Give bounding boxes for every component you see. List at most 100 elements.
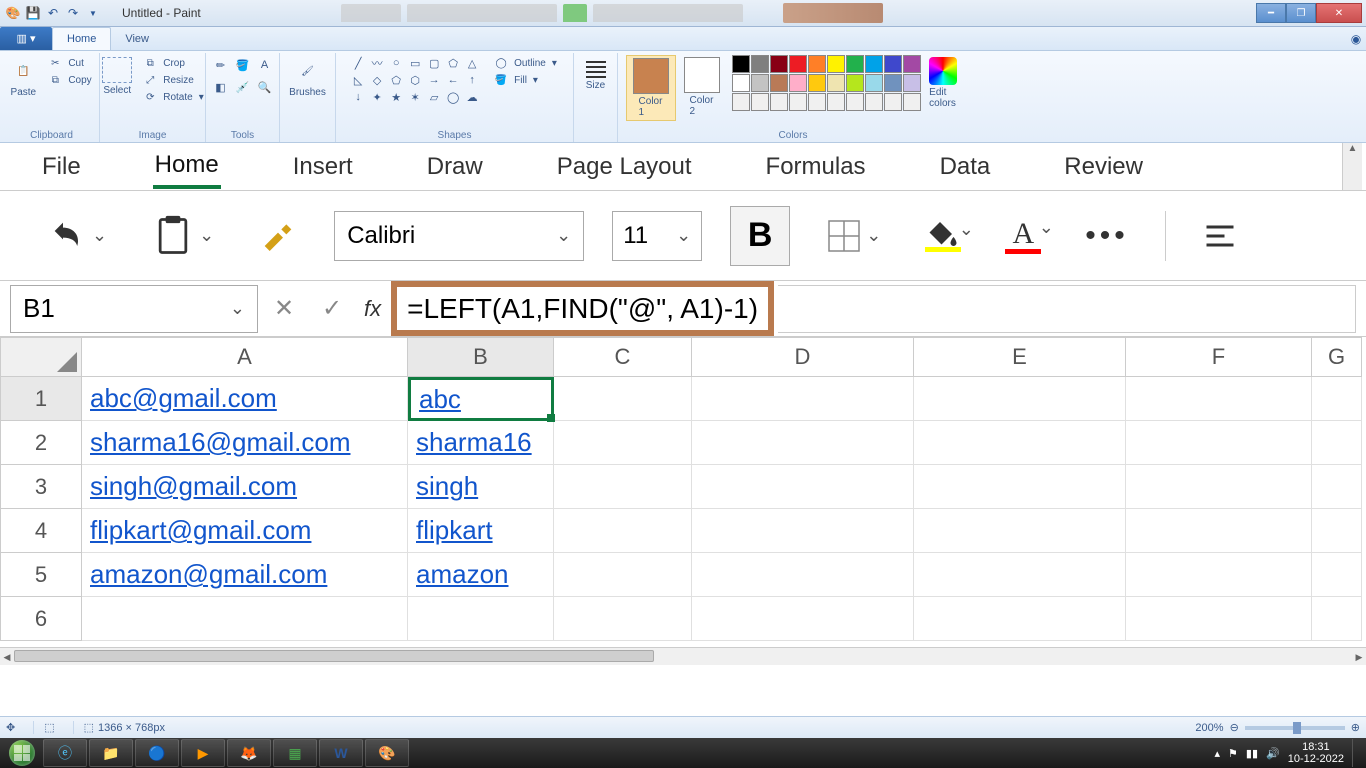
palette-color[interactable] [732,55,750,73]
formula-bar-input[interactable]: =LEFT(A1,FIND("@", A1)-1) [391,281,774,336]
cell-F6[interactable] [1126,597,1312,641]
cell-A4[interactable]: flipkart@gmail.com [82,509,408,553]
row-header[interactable]: 4 [0,509,82,553]
cell-G4[interactable] [1312,509,1362,553]
resize-button[interactable]: ⤢Resize [140,72,207,88]
palette-color[interactable] [808,55,826,73]
palette-color[interactable] [732,93,750,111]
cell-A3[interactable]: singh@gmail.com [82,465,408,509]
scroll-right-icon[interactable]: ▶ [1352,648,1366,666]
palette-color[interactable] [770,55,788,73]
excel-tab-draw[interactable]: Draw [425,147,485,187]
palette-color[interactable] [884,93,902,111]
line-shape-icon[interactable]: ╱ [349,55,367,71]
palette-color[interactable] [751,93,769,111]
cell-C5[interactable] [554,553,692,597]
palette-color[interactable] [846,74,864,92]
palette-color[interactable] [827,55,845,73]
maximize-button[interactable]: ❐ [1286,3,1316,23]
taskbar-word[interactable]: W [319,739,363,767]
cell-B5[interactable]: amazon [408,553,554,597]
help-icon[interactable]: ◉ [1346,27,1366,50]
tray-expand-icon[interactable]: ▴ [1215,747,1221,760]
bucket-tool-icon[interactable]: 🪣 [233,55,253,75]
excel-tab-review[interactable]: Review [1062,147,1145,187]
rtriangle-icon[interactable]: ◺ [349,72,367,88]
enter-formula-button[interactable]: ✓ [310,285,354,333]
palette-color[interactable] [827,93,845,111]
palette-color[interactable] [846,93,864,111]
row-header[interactable]: 2 [0,421,82,465]
cell-D3[interactable] [692,465,914,509]
rotate-button[interactable]: ⟳Rotate ▾ [140,89,207,105]
palette-color[interactable] [770,93,788,111]
palette-color[interactable] [865,93,883,111]
polygon-icon[interactable]: ⬠ [444,55,462,71]
palette-color[interactable] [846,55,864,73]
palette-color[interactable] [789,74,807,92]
file-menu-button[interactable]: ▥ ▾ [0,27,52,50]
bold-button[interactable]: B [730,206,790,266]
arrowu-icon[interactable]: ↑ [463,72,481,88]
star5-icon[interactable]: ★ [387,89,405,105]
cell-G5[interactable] [1312,553,1362,597]
row-header[interactable]: 5 [0,553,82,597]
cell-F3[interactable] [1126,465,1312,509]
select-all-corner[interactable] [0,337,82,377]
fill-color-button[interactable]: ⌄ [917,213,969,258]
palette-color[interactable] [808,93,826,111]
excel-tab-insert[interactable]: Insert [291,147,355,187]
align-button[interactable] [1194,212,1246,260]
color2-button[interactable]: Color 2 [680,55,724,119]
scroll-left-icon[interactable]: ◀ [0,648,14,666]
excel-tab-pagelayout[interactable]: Page Layout [555,147,694,187]
taskbar-ie[interactable]: ⓔ [43,739,87,767]
cell-B4[interactable]: flipkart [408,509,554,553]
row-header[interactable]: 1 [0,377,82,421]
taskbar-paint[interactable]: 🎨 [365,739,409,767]
cell-C6[interactable] [554,597,692,641]
start-button[interactable] [2,738,42,768]
qat-dropdown-icon[interactable]: ▼ [84,4,102,22]
excel-tab-file[interactable]: File [40,147,83,187]
undo-button[interactable]: ⌄ [40,210,115,262]
select-button[interactable]: Select [98,55,136,98]
name-box[interactable]: B1 ⌄ [10,285,258,333]
pencil-tool-icon[interactable]: ✏ [211,55,231,75]
cell-E4[interactable] [914,509,1126,553]
fill-button[interactable]: 🪣Fill ▾ [491,72,560,88]
crop-button[interactable]: ⧉Crop [140,55,207,71]
pentagon-icon[interactable]: ⬠ [387,72,405,88]
undo-icon[interactable]: ↶ [44,4,62,22]
taskbar-media[interactable]: ▶ [181,739,225,767]
edit-colors-button[interactable]: Edit colors [925,55,961,111]
cell-D4[interactable] [692,509,914,553]
row-header[interactable]: 6 [0,597,82,641]
save-icon[interactable]: 💾 [24,4,42,22]
cell-D1[interactable] [692,377,914,421]
cell-C1[interactable] [554,377,692,421]
arrowd-icon[interactable]: ↓ [349,89,367,105]
cell-C2[interactable] [554,421,692,465]
cell-A2[interactable]: sharma16@gmail.com [82,421,408,465]
cell-D5[interactable] [692,553,914,597]
zoom-tool-icon[interactable]: 🔍 [255,77,275,97]
font-size-selector[interactable]: 11 ⌄ [612,211,702,261]
cell-G6[interactable] [1312,597,1362,641]
zoom-in-button[interactable]: ⊕ [1351,721,1360,734]
cell-B2[interactable]: sharma16 [408,421,554,465]
roundrect-icon[interactable]: ▢ [425,55,443,71]
cell-B1[interactable]: abc [408,377,554,421]
cell-E5[interactable] [914,553,1126,597]
cell-F4[interactable] [1126,509,1312,553]
oval-icon[interactable]: ○ [387,55,405,71]
flag-icon[interactable]: ⚑ [1228,747,1238,760]
outline-button[interactable]: ◯Outline ▾ [491,55,560,71]
palette-color[interactable] [903,55,921,73]
cell-E2[interactable] [914,421,1126,465]
cell-E3[interactable] [914,465,1126,509]
network-icon[interactable]: ▮▮ [1246,747,1258,760]
col-header-g[interactable]: G [1312,337,1362,377]
horizontal-scrollbar[interactable]: ◀ ▶ [0,647,1366,665]
col-header-f[interactable]: F [1126,337,1312,377]
